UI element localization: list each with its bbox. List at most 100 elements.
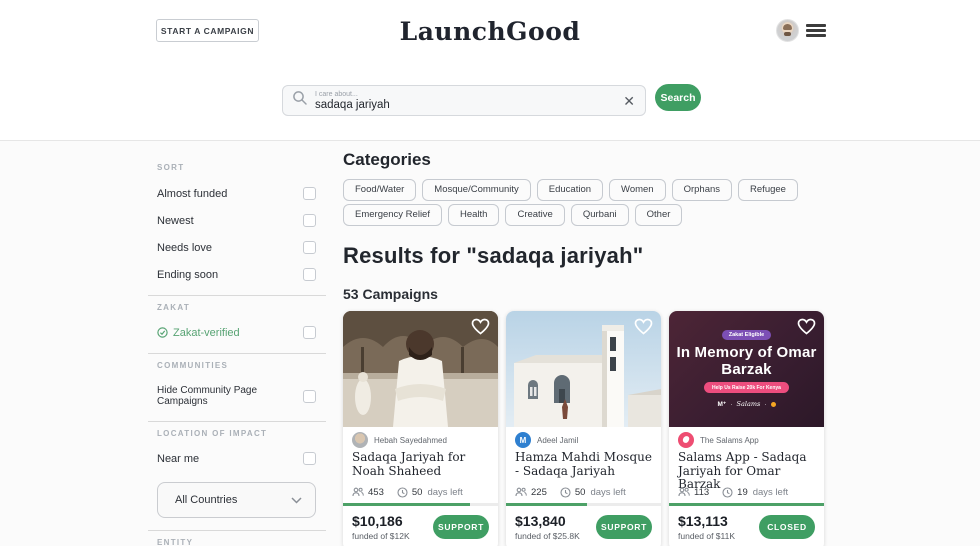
- days-count: 50: [574, 486, 586, 498]
- campaign-cards: Hebah Sayedahmed Sadaqa Jariyah for Noah…: [343, 311, 826, 546]
- raised-amount: $13,113: [678, 513, 728, 529]
- filter-zakat-verified[interactable]: Zakat-verified: [148, 326, 326, 339]
- checkbox-ending-soon[interactable]: [303, 268, 316, 281]
- category-pill[interactable]: Qurbani: [570, 204, 629, 226]
- organizer-avatar[interactable]: [678, 432, 694, 448]
- favorite-heart-icon[interactable]: [797, 318, 816, 340]
- category-pill[interactable]: Other: [634, 204, 683, 226]
- supporters-icon: [352, 487, 364, 497]
- category-pill[interactable]: Mosque/Community: [422, 179, 531, 201]
- days-left-label: days left: [590, 486, 626, 498]
- support-button[interactable]: SUPPORT: [433, 515, 489, 539]
- search-placeholder-label: I care about...: [315, 90, 358, 98]
- communities-section-label: COMMUNITIES: [157, 361, 229, 370]
- campaign-title[interactable]: Salams App - Sadaqa Jariyah for Omar Bar…: [678, 450, 815, 491]
- category-pill[interactable]: Emergency Relief: [343, 204, 442, 226]
- campaign-count: 53 Campaigns: [343, 286, 438, 302]
- organizer-name: The Salams App: [700, 435, 759, 445]
- zakat-verified-icon: [157, 327, 168, 338]
- funded-of-goal: funded of $12K: [352, 531, 410, 541]
- results-title: Results for "sadaqa jariyah": [343, 243, 644, 268]
- campaign-card[interactable]: Hebah Sayedahmed Sadaqa Jariyah for Noah…: [343, 311, 498, 546]
- clock-icon: [397, 486, 408, 498]
- filters-sidebar: SORT Almost funded Newest Needs love End…: [148, 141, 326, 546]
- category-pill[interactable]: Health: [447, 204, 500, 226]
- filter-almost-funded[interactable]: Almost funded: [148, 187, 326, 200]
- sort-section-label: SORT: [157, 163, 185, 172]
- campaign-title[interactable]: Hamza Mahdi Mosque - Sadaqa Jariyah: [515, 450, 652, 479]
- checkbox-needs-love[interactable]: [303, 241, 316, 254]
- category-pill[interactable]: Women: [609, 179, 666, 201]
- clock-icon: [722, 486, 733, 498]
- checkbox-newest[interactable]: [303, 214, 316, 227]
- launchgood-search-page: START A CAMPAIGN LaunchGood I care about…: [0, 0, 980, 546]
- sidebar-divider: [148, 421, 326, 422]
- raised-amount: $13,840: [515, 513, 566, 529]
- results-main: Categories Food/Water Mosque/Community E…: [343, 141, 826, 546]
- favorite-heart-icon[interactable]: [634, 318, 653, 340]
- search-box[interactable]: I care about... ✕: [282, 85, 646, 116]
- favorite-heart-icon[interactable]: [471, 318, 490, 340]
- sidebar-divider: [148, 295, 326, 296]
- supporter-count: 113: [694, 486, 710, 498]
- funded-of-goal: funded of $25.8K: [515, 531, 580, 541]
- organizer-avatar[interactable]: [352, 432, 368, 448]
- supporters-icon: [515, 487, 527, 497]
- raised-amount: $10,186: [352, 513, 403, 529]
- sidebar-divider: [148, 530, 326, 531]
- campaign-card[interactable]: M Adeel Jamil Hamza Mahdi Mosque - Sadaq…: [506, 311, 661, 546]
- category-pill[interactable]: Food/Water: [343, 179, 417, 201]
- closed-button[interactable]: CLOSED: [759, 515, 815, 539]
- clear-search-icon[interactable]: ✕: [623, 94, 635, 108]
- filter-near-me[interactable]: Near me: [148, 452, 326, 465]
- search-button[interactable]: Search: [655, 84, 701, 111]
- campaign-cover-image: [506, 311, 661, 427]
- country-dropdown[interactable]: All Countries: [157, 482, 316, 518]
- category-pills: Food/Water Mosque/Community Education Wo…: [343, 179, 826, 226]
- search-input[interactable]: [315, 98, 624, 112]
- supporters-icon: [678, 487, 690, 497]
- cover-heading: In Memory of Omar Barzak: [676, 344, 817, 378]
- entity-section-label: ENTITY: [157, 538, 194, 546]
- categories-title: Categories: [343, 150, 431, 169]
- chevron-down-icon: [291, 496, 302, 504]
- days-count: 19: [737, 486, 748, 498]
- supporter-count: 225: [531, 486, 547, 498]
- checkbox-almost-funded[interactable]: [303, 187, 316, 200]
- category-pill[interactable]: Refugee: [738, 179, 798, 201]
- category-pill[interactable]: Creative: [505, 204, 565, 226]
- content-area: SORT Almost funded Newest Needs love End…: [0, 140, 980, 546]
- support-button[interactable]: SUPPORT: [596, 515, 652, 539]
- location-section-label: LOCATION OF IMPACT: [157, 429, 268, 438]
- checkbox-zakat-verified[interactable]: [303, 326, 316, 339]
- days-count: 50: [411, 486, 423, 498]
- filter-ending-soon[interactable]: Ending soon: [148, 268, 326, 281]
- cover-pill: Help Us Raise 20k For Kenya: [704, 382, 789, 393]
- filter-newest[interactable]: Newest: [148, 214, 326, 227]
- campaign-cover-image: Zakat Eligible In Memory of Omar Barzak …: [669, 311, 824, 427]
- category-pill[interactable]: Education: [536, 179, 604, 201]
- search-icon: [292, 90, 308, 111]
- zakat-eligible-badge: Zakat Eligible: [721, 330, 772, 340]
- header: START A CAMPAIGN LaunchGood: [0, 0, 980, 62]
- filter-needs-love[interactable]: Needs love: [148, 241, 326, 254]
- launchgood-logo[interactable]: LaunchGood: [0, 17, 980, 46]
- hamburger-menu-icon[interactable]: [806, 22, 826, 39]
- funded-of-goal: funded of $11K: [678, 531, 736, 541]
- category-pill[interactable]: Orphans: [671, 179, 733, 201]
- checkbox-near-me[interactable]: [303, 452, 316, 465]
- supporter-count: 453: [368, 486, 384, 498]
- sidebar-divider: [148, 353, 326, 354]
- user-avatar[interactable]: [776, 19, 799, 42]
- filter-hide-community-pages[interactable]: Hide Community Page Campaigns: [148, 385, 326, 407]
- cover-logos: M⁺ · Salams ·: [718, 400, 776, 408]
- checkbox-hide-community-pages[interactable]: [303, 389, 316, 403]
- organizer-name: Hebah Sayedahmed: [374, 435, 447, 445]
- days-left-label: days left: [752, 486, 789, 498]
- organizer-avatar[interactable]: M: [515, 432, 531, 448]
- days-left-label: days left: [427, 486, 463, 498]
- organizer-name: Adeel Jamil: [537, 435, 579, 445]
- clock-icon: [560, 486, 571, 498]
- campaign-card[interactable]: Zakat Eligible In Memory of Omar Barzak …: [669, 311, 824, 546]
- campaign-title[interactable]: Sadaqa Jariyah for Noah Shaheed: [352, 450, 489, 479]
